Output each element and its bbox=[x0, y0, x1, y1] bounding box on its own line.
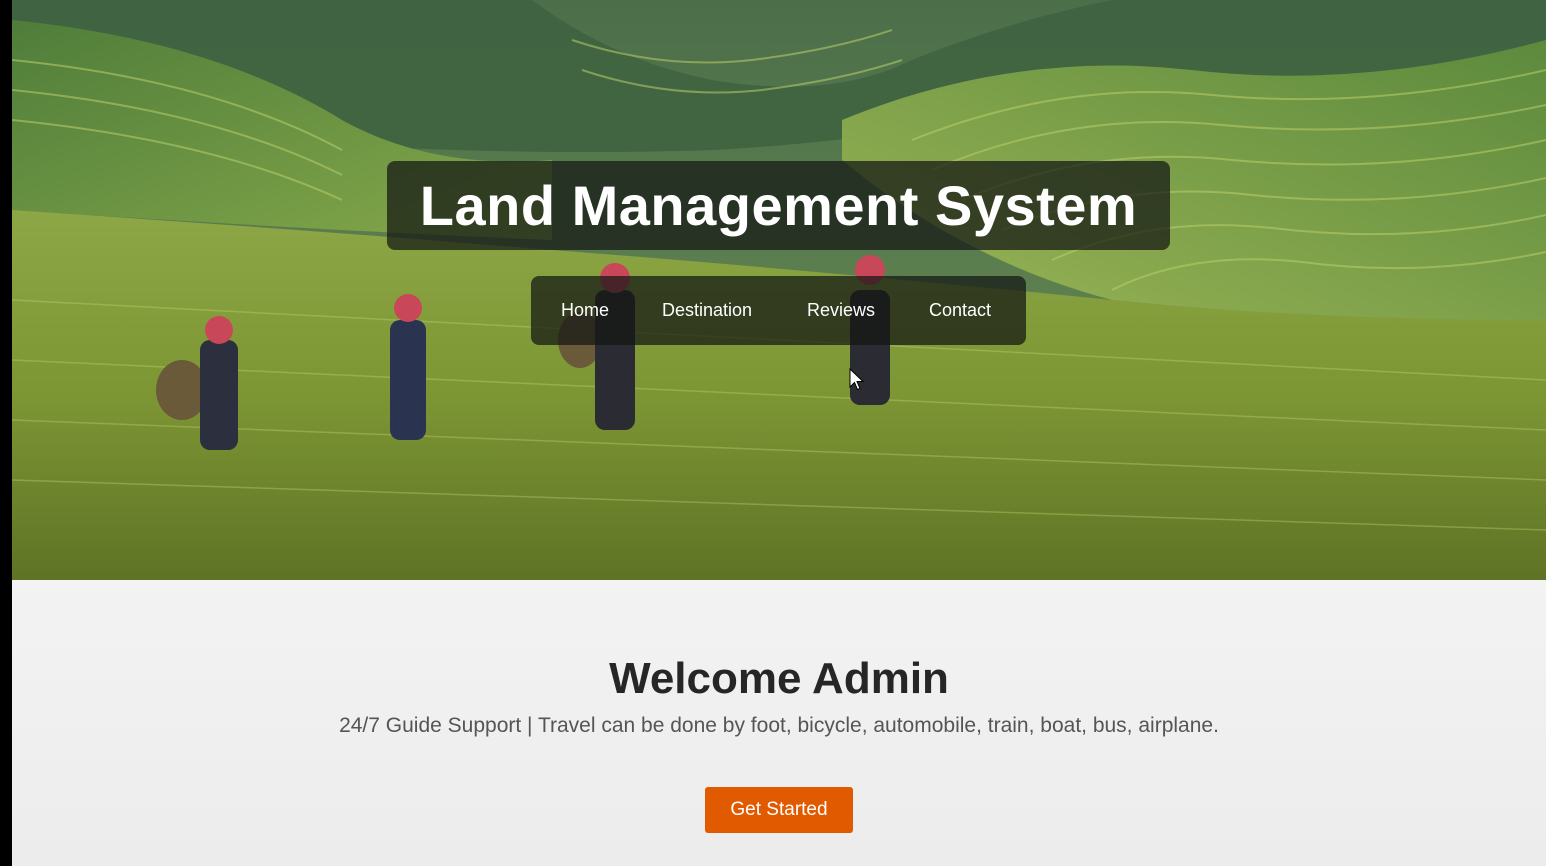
welcome-heading: Welcome Admin bbox=[609, 654, 949, 703]
nav-reviews-link[interactable]: Reviews bbox=[807, 300, 875, 321]
title-banner: Land Management System bbox=[387, 161, 1170, 250]
mouse-cursor-icon bbox=[849, 368, 865, 391]
nav-home-link[interactable]: Home bbox=[561, 300, 609, 321]
main-nav: Home Destination Reviews Contact bbox=[531, 276, 1026, 345]
page-title: Land Management System bbox=[419, 173, 1138, 237]
nav-contact-link[interactable]: Contact bbox=[929, 300, 991, 321]
welcome-subtext: 24/7 Guide Support | Travel can be done … bbox=[339, 714, 1219, 737]
hero-section: Land Management System Home Destination … bbox=[12, 0, 1546, 580]
welcome-section: Welcome Admin 24/7 Guide Support | Trave… bbox=[12, 580, 1546, 866]
page: Land Management System Home Destination … bbox=[12, 0, 1546, 866]
get-started-button[interactable]: Get Started bbox=[705, 787, 853, 833]
nav-destination-link[interactable]: Destination bbox=[662, 300, 752, 321]
